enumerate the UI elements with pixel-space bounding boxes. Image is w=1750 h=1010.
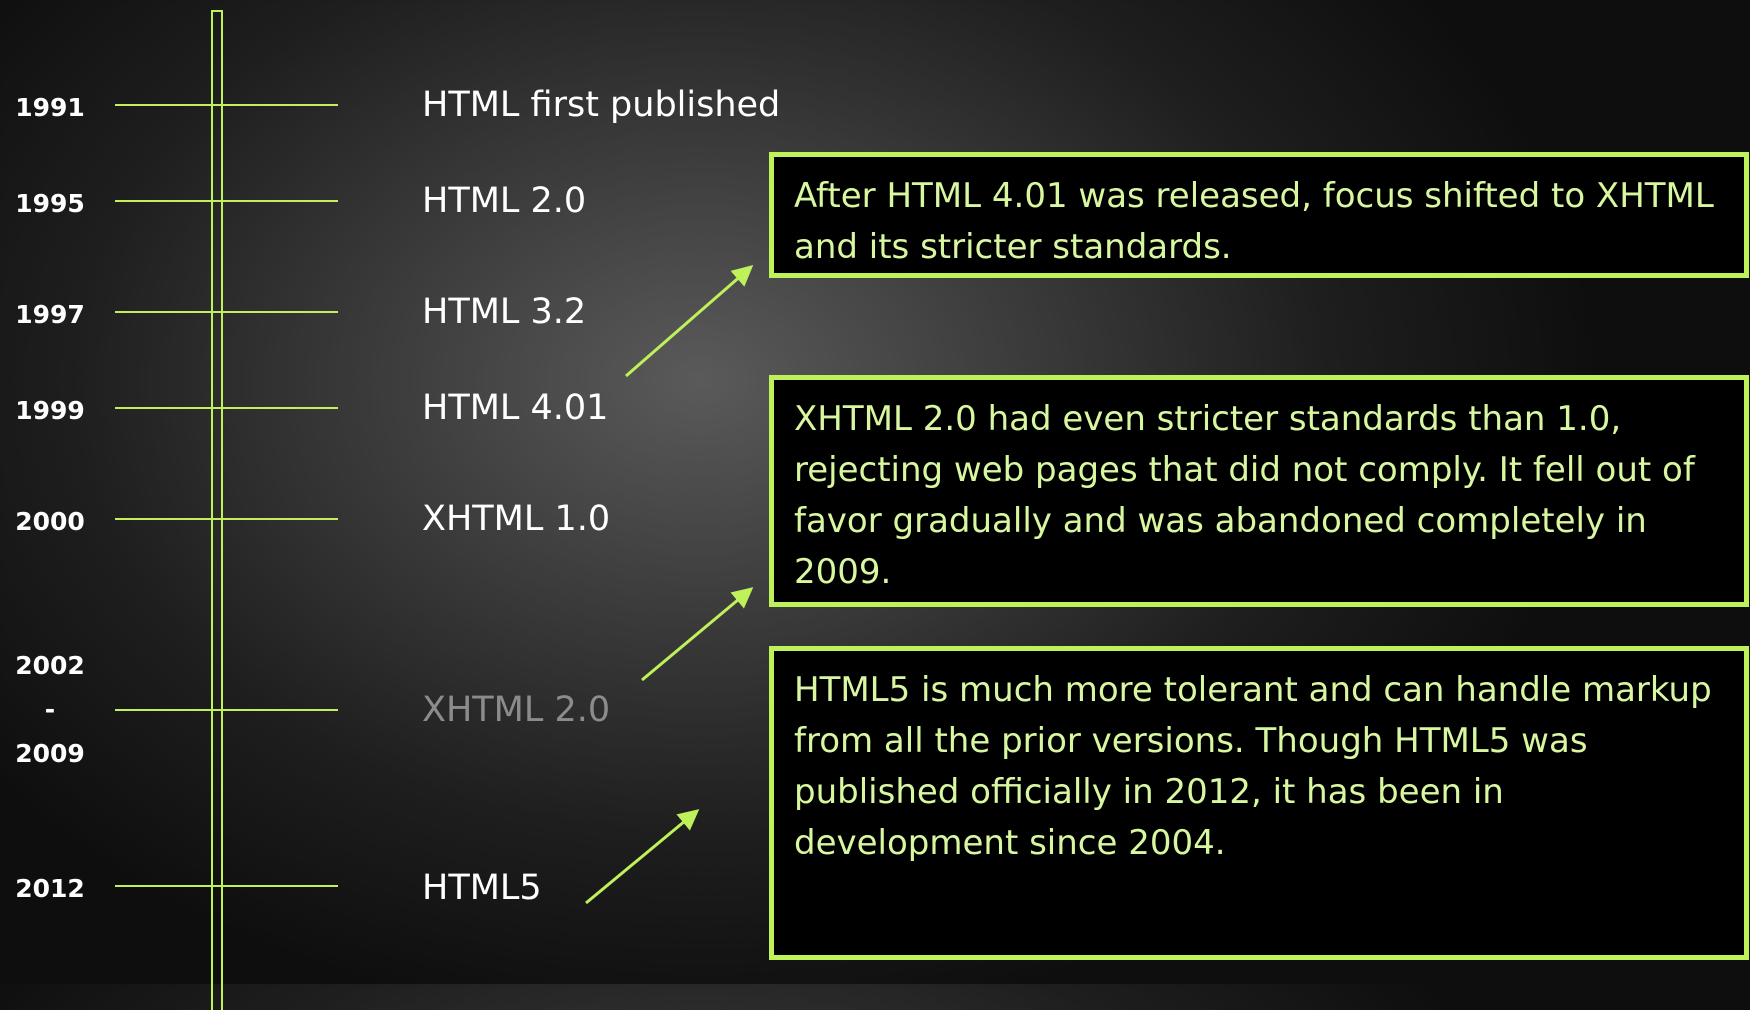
note-box-xhtml-shift: After HTML 4.01 was released, focus shif…: [769, 152, 1749, 278]
note-text: HTML5 is much more tolerant and can hand…: [794, 670, 1712, 863]
note-box-html5: HTML5 is much more tolerant and can hand…: [769, 646, 1749, 960]
arrow-to-note-1: [625, 265, 754, 378]
arrow-to-note-2: [641, 587, 754, 682]
note-text: XHTML 2.0 had even stricter standards th…: [794, 399, 1695, 592]
timeline-slide: 1991 1995 1997 1999 2000 2002 - 2009 201…: [0, 0, 1750, 1010]
note-text: After HTML 4.01 was released, focus shif…: [794, 176, 1714, 267]
note-box-xhtml2: XHTML 2.0 had even stricter standards th…: [769, 375, 1749, 607]
arrow-to-note-3: [585, 809, 700, 905]
